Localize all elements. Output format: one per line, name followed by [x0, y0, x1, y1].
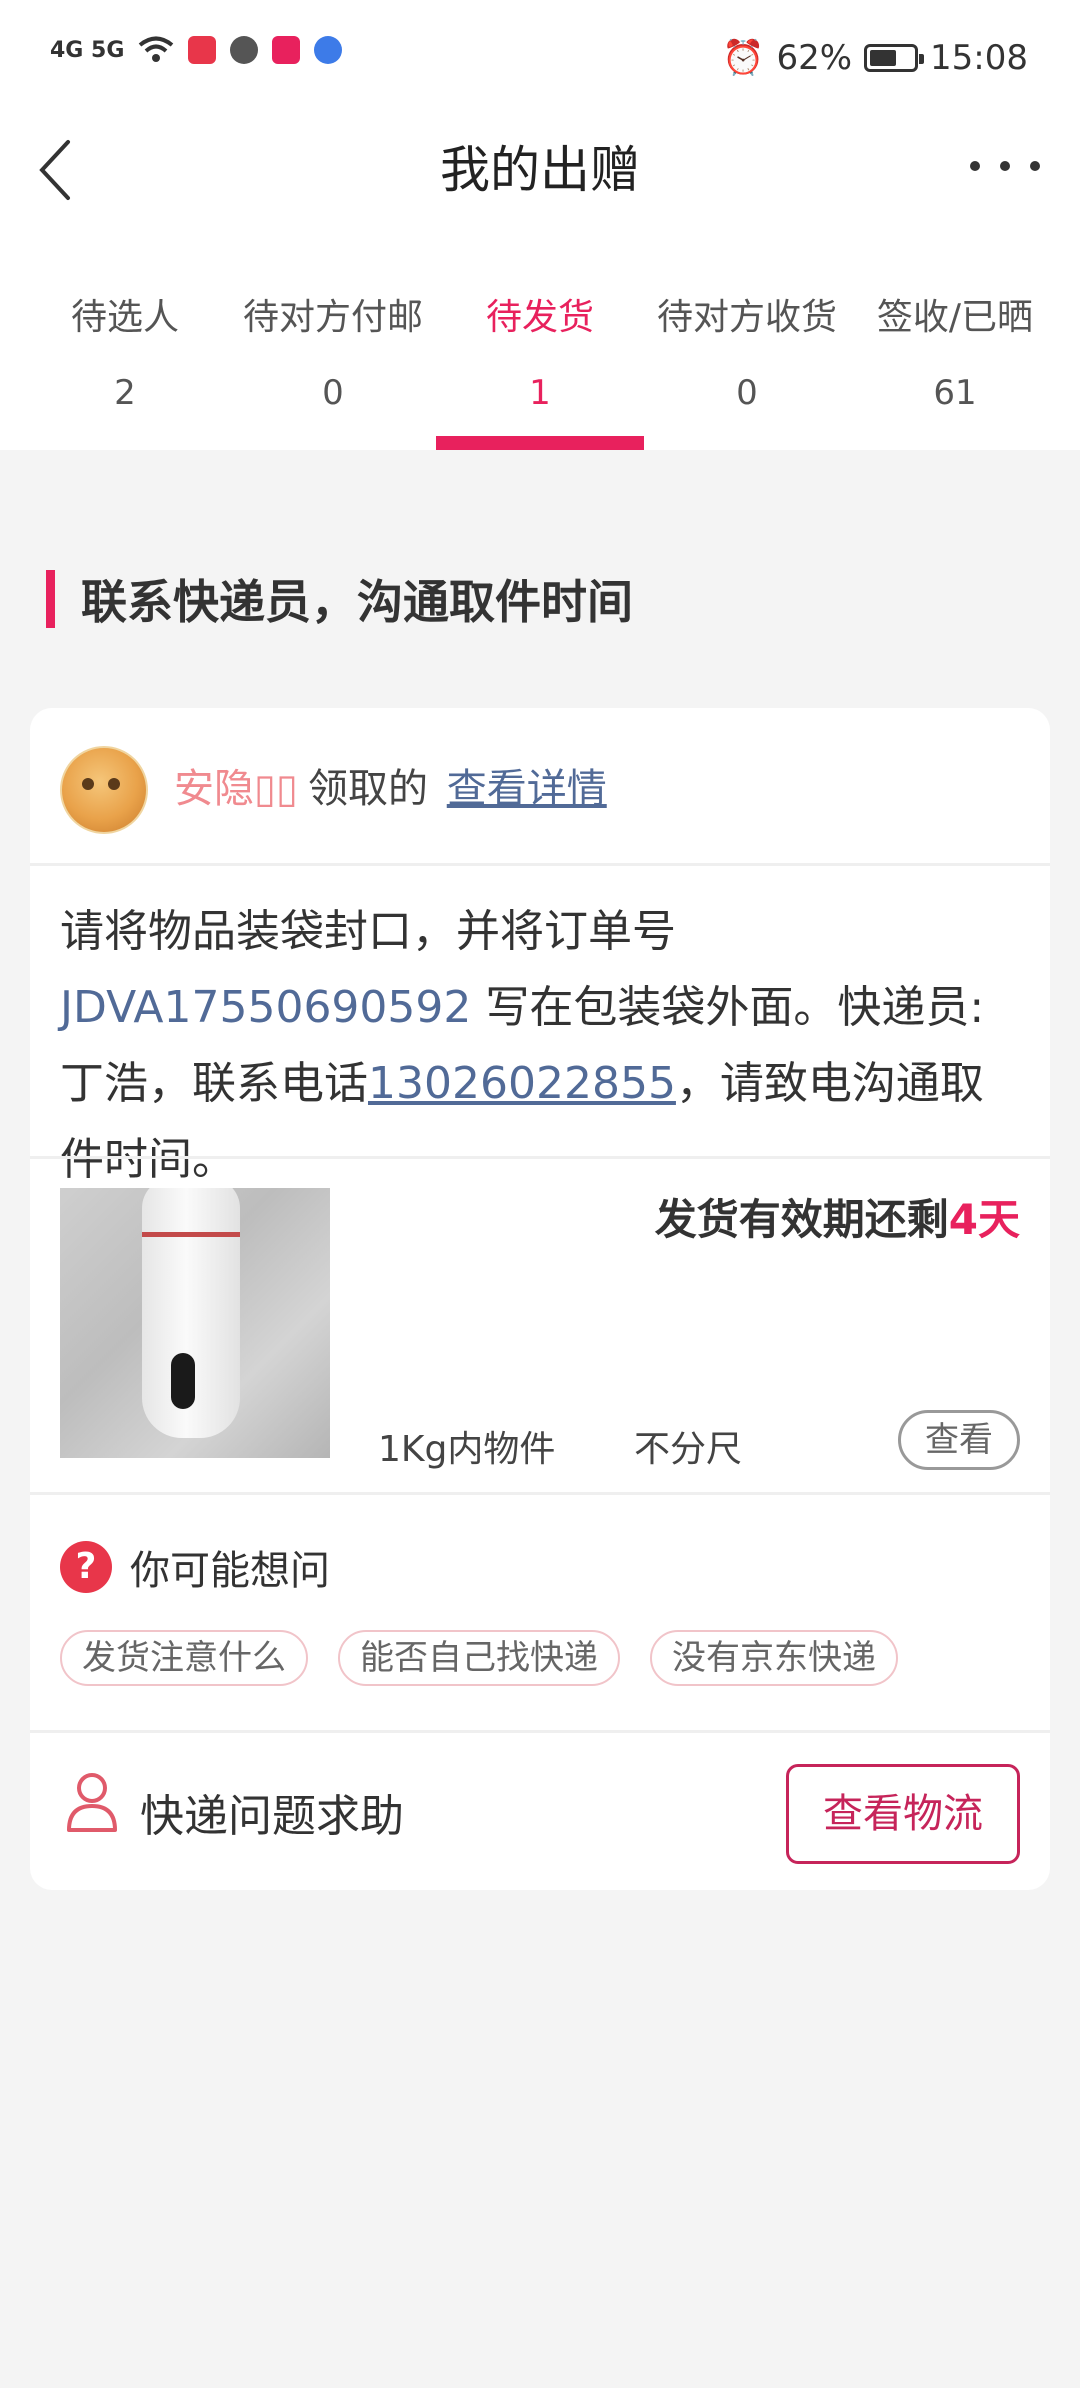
tab-count: 1: [529, 373, 551, 413]
courier-phone-link[interactable]: 13026022855: [368, 1058, 676, 1109]
alarm-icon: ⏰: [722, 38, 765, 78]
view-details-link[interactable]: 查看详情: [447, 766, 607, 812]
shipping-deadline: 发货有效期还剩4天: [655, 1186, 1020, 1247]
section-heading: 联系快递员，沟通取件时间: [46, 570, 633, 629]
status-tabs: 待选人 2 待对方付邮 0 待发货 1 待对方收货 0 签收/已晒 61: [0, 268, 1080, 450]
battery-icon: [864, 44, 925, 72]
page-title: 我的出赠: [440, 141, 640, 199]
tab-count: 0: [736, 373, 758, 413]
tab-label: 待选人: [70, 297, 179, 338]
faq-chip[interactable]: 能否自己找快递: [338, 1630, 620, 1686]
person-icon: [67, 1773, 117, 1832]
wechat-icon: [230, 36, 259, 64]
faq-chip[interactable]: 没有京东快递: [650, 1630, 898, 1686]
avatar[interactable]: [60, 746, 148, 834]
tab-pending-selection[interactable]: 待选人 2: [21, 268, 229, 450]
order-number[interactable]: JDVA17550690592: [60, 982, 471, 1033]
product-image[interactable]: [60, 1188, 330, 1458]
deadline-label: 发货有效期还剩: [654, 1195, 949, 1244]
more-dot-icon: [1000, 161, 1010, 171]
tab-label: 待对方收货: [656, 297, 837, 338]
blue-app-icon: [314, 36, 343, 64]
active-tab-indicator: [436, 436, 644, 450]
divider: [30, 1156, 1050, 1159]
battery-percent: 62%: [776, 38, 853, 78]
tab-pending-postage[interactable]: 待对方付邮 0: [229, 268, 437, 450]
network-indicator: 4G 5G: [50, 37, 125, 63]
claimed-label: 领取的: [308, 766, 429, 812]
tab-pending-shipment[interactable]: 待发货 1: [436, 268, 644, 450]
tab-count: 0: [322, 373, 344, 413]
recipient-line: 安隐▯▯ 领取的 查看详情: [174, 756, 607, 814]
tab-label: 待对方付邮: [242, 297, 423, 338]
view-logistics-button[interactable]: 查看物流: [786, 1764, 1020, 1864]
faq-heading: ? 你可能想问: [60, 1538, 330, 1596]
divider: [30, 863, 1050, 866]
tab-count: 2: [114, 373, 136, 413]
recipient-row: 安隐▯▯ 领取的 查看详情: [30, 708, 1050, 863]
section-accent-bar: [46, 570, 55, 628]
shipping-instruction: 请将物品装袋封口，并将订单号 JDVA17550690592 写在包装袋外面。快…: [60, 894, 1020, 1198]
size-spec: 不分尺: [634, 1429, 743, 1470]
section-title: 联系快递员，沟通取件时间: [81, 575, 633, 629]
courier-help-row: 快递问题求助 查看物流: [30, 1730, 1050, 1890]
status-bar: 4G 5G ⏰ 62% 15:08: [0, 0, 1080, 118]
wifi-icon: [139, 36, 174, 62]
clock: 15:08: [930, 38, 1028, 78]
red-app-icon: [188, 36, 217, 64]
tab-label: 签收/已晒: [876, 297, 1034, 338]
faq-chip[interactable]: 发货注意什么: [60, 1630, 308, 1686]
instruction-text: 请将物品装袋封口，并将订单号: [60, 906, 676, 957]
shipment-card: 安隐▯▯ 领取的 查看详情 请将物品装袋封口，并将订单号 JDVA17550690…: [30, 708, 1050, 1890]
more-options-button[interactable]: [970, 148, 1040, 184]
question-mark-icon: ?: [60, 1541, 112, 1593]
tab-count: 61: [933, 373, 977, 413]
faq-chips: 发货注意什么 能否自己找快递 没有京东快递: [60, 1630, 898, 1686]
status-icons-right: ⏰ 62% 15:08: [722, 38, 1028, 78]
recipient-name[interactable]: 安隐▯▯: [174, 766, 298, 812]
weight-spec: 1Kg内物件: [378, 1429, 556, 1470]
deadline-days: 4天: [948, 1195, 1020, 1244]
navigation-bar: 我的出赠: [0, 118, 1080, 268]
tab-pending-receipt[interactable]: 待对方收货 0: [643, 268, 851, 450]
pink-app-icon: [272, 36, 301, 64]
courier-help-link[interactable]: 快递问题求助: [140, 1780, 404, 1844]
status-icons-left: 4G 5G: [50, 36, 343, 64]
more-dot-icon: [970, 161, 980, 171]
more-dot-icon: [1030, 161, 1040, 171]
tab-label: 待发货: [485, 297, 594, 338]
view-item-button[interactable]: 查看: [898, 1410, 1020, 1470]
faq-title: 你可能想问: [130, 1548, 330, 1594]
divider: [30, 1492, 1050, 1495]
tab-received-shared[interactable]: 签收/已晒 61: [851, 268, 1059, 450]
